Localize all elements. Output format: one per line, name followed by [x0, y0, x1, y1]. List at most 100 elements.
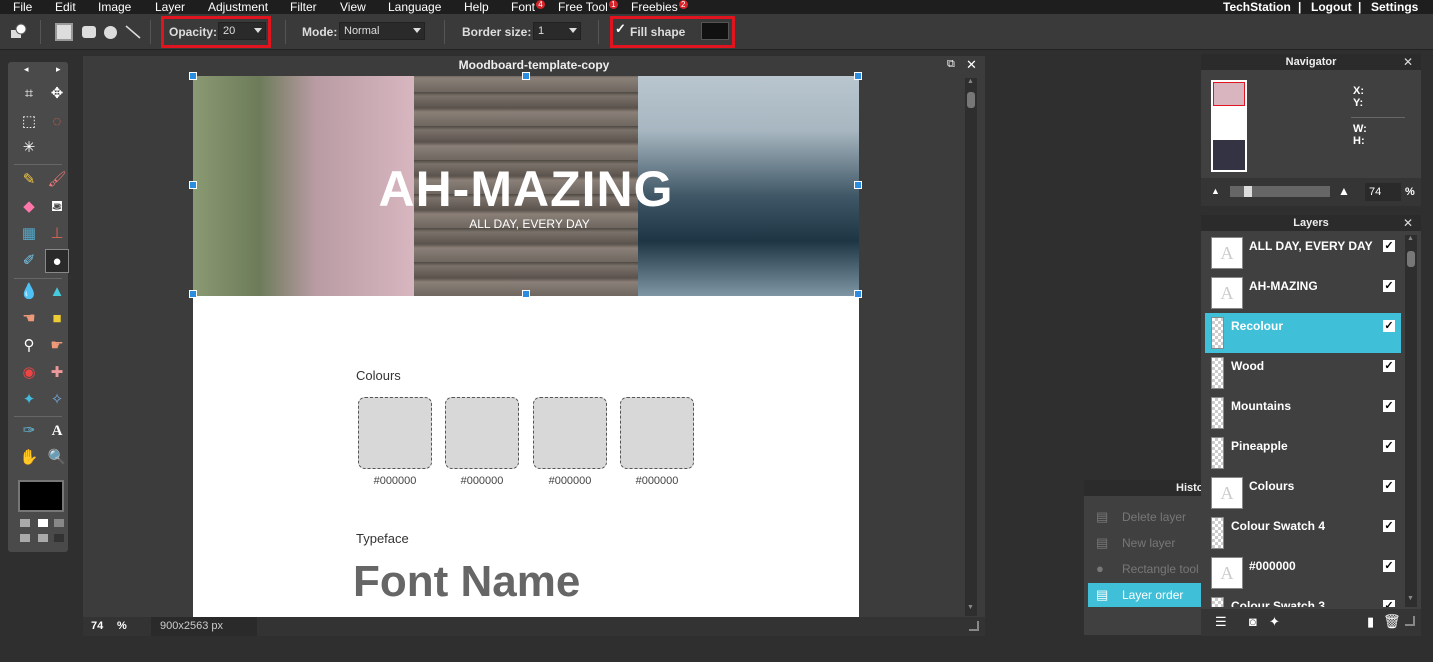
selection-handle[interactable]	[522, 72, 530, 80]
menu-edit[interactable]: Edit	[55, 0, 76, 14]
selection-handle[interactable]	[854, 72, 862, 80]
layer-item[interactable]: Recolour ✓	[1205, 313, 1401, 353]
canvas-document[interactable]: AH-MAZING ALL DAY, EVERY DAY Colours #00…	[193, 76, 859, 617]
layer-item[interactable]: Colour Swatch 3 ✓	[1205, 593, 1401, 607]
layer-settings-icon[interactable]: ☰	[1215, 614, 1227, 630]
red-eye-tool-icon[interactable]: ◉	[17, 361, 41, 385]
layer-visibility-checkbox[interactable]: ✓	[1383, 320, 1395, 332]
opacity-input[interactable]: 20	[218, 22, 266, 40]
hand-tool-icon[interactable]: ✋	[17, 446, 41, 470]
settings-link[interactable]: Settings	[1371, 0, 1418, 14]
chevron-down-icon[interactable]	[569, 28, 577, 33]
restore-window-icon[interactable]: ⧉	[947, 58, 955, 71]
layer-visibility-checkbox[interactable]: ✓	[1383, 280, 1395, 292]
view-mode-icon[interactable]	[54, 534, 64, 542]
swap-colors-icon[interactable]	[20, 519, 30, 527]
zoom-value[interactable]: 74	[91, 617, 103, 636]
primary-color-swatch[interactable]	[18, 480, 64, 512]
user-link[interactable]: TechStation	[1223, 0, 1291, 14]
smudge-tool-icon[interactable]: ☚	[17, 307, 41, 331]
selection-handle[interactable]	[189, 181, 197, 189]
chevron-down-icon[interactable]	[254, 28, 262, 33]
panel-collapse-right-icon[interactable]: ▸	[56, 64, 61, 75]
menu-image[interactable]: Image	[98, 0, 131, 14]
default-colors-icon[interactable]	[38, 519, 48, 527]
close-icon[interactable]: ✕	[1403, 54, 1413, 70]
crop-tool-icon[interactable]: ⌗	[17, 82, 41, 106]
history-item[interactable]: ▤ Layer order	[1088, 583, 1202, 607]
selection-handle[interactable]	[854, 290, 862, 298]
resize-grip-icon[interactable]	[969, 621, 979, 631]
layer-visibility-checkbox[interactable]: ✓	[1383, 560, 1395, 572]
menu-view[interactable]: View	[340, 0, 366, 14]
layer-styles-icon[interactable]: ✦	[1269, 614, 1280, 630]
view-mode-icon[interactable]	[20, 534, 30, 542]
view-mode-icon[interactable]	[38, 534, 48, 542]
sponge-tool-icon[interactable]: ■	[45, 307, 69, 331]
close-icon[interactable]: ✕	[966, 57, 977, 73]
layer-visibility-checkbox[interactable]: ✓	[1383, 480, 1395, 492]
selection-handle[interactable]	[189, 290, 197, 298]
sharpen-tool-icon[interactable]: ▲	[45, 280, 69, 304]
layer-item[interactable]: Pineapple ✓	[1205, 433, 1401, 473]
zoom-in-icon[interactable]: ▲	[1338, 184, 1350, 198]
panel-collapse-left-icon[interactable]: ◂	[24, 64, 29, 75]
new-layer-icon[interactable]: ▮	[1367, 614, 1374, 630]
selection-handle[interactable]	[522, 290, 530, 298]
delete-layer-icon[interactable]: 🗑	[1383, 613, 1401, 630]
line-icon[interactable]	[124, 24, 142, 43]
marquee-tool-icon[interactable]: ⬚	[17, 110, 41, 134]
menu-free-tool[interactable]: Free Tool 1	[558, 0, 618, 14]
layer-item[interactable]: Wood ✓	[1205, 353, 1401, 393]
chevron-down-icon[interactable]	[413, 28, 421, 33]
pencil-tool-icon[interactable]: ✎	[17, 168, 41, 192]
menu-freebies[interactable]: Freebies 2	[631, 0, 688, 14]
zoom-out-icon[interactable]: ▲	[1211, 186, 1220, 196]
layer-visibility-checkbox[interactable]: ✓	[1383, 240, 1395, 252]
logout-link[interactable]: Logout	[1311, 0, 1352, 14]
layer-visibility-checkbox[interactable]: ✓	[1383, 440, 1395, 452]
text-tool-icon[interactable]: A	[45, 419, 69, 443]
color-mode-icon[interactable]	[54, 519, 64, 527]
layer-visibility-checkbox[interactable]: ✓	[1383, 400, 1395, 412]
resize-grip-icon[interactable]	[1405, 616, 1415, 626]
menu-file[interactable]: File	[13, 0, 32, 14]
menu-layer[interactable]: Layer	[155, 0, 185, 14]
spot-heal-tool-icon[interactable]: ✚	[45, 361, 69, 385]
magic-wand-icon[interactable]: ✳	[17, 136, 41, 160]
menu-font[interactable]: Font 4	[511, 0, 546, 14]
scrollbar-thumb[interactable]	[967, 92, 975, 108]
zoom-tool-icon[interactable]: 🔍	[45, 446, 69, 470]
vertical-scrollbar[interactable]: ▲ ▼	[965, 78, 977, 616]
menu-help[interactable]: Help	[464, 0, 489, 14]
bucket-tool-icon[interactable]: ⛾	[45, 195, 69, 219]
navigator-thumbnail[interactable]	[1211, 80, 1247, 172]
mode-select[interactable]: Normal	[339, 22, 425, 40]
selection-handle[interactable]	[854, 181, 862, 189]
shape-tool-icon[interactable]: ●	[45, 249, 69, 273]
fill-shape-checkbox[interactable]: ✓	[615, 22, 627, 35]
layer-item[interactable]: Mountains ✓	[1205, 393, 1401, 433]
history-item[interactable]: ● Rectangle tool	[1088, 557, 1208, 581]
ellipse-icon[interactable]	[104, 26, 117, 39]
rectangle-select-icon[interactable]	[55, 23, 73, 41]
color-picker-icon[interactable]: ✑	[17, 419, 41, 443]
eraser-tool-icon[interactable]: ◆	[17, 195, 41, 219]
menu-language[interactable]: Language	[388, 0, 441, 14]
gradient-tool-icon[interactable]: ▦	[17, 222, 41, 246]
blur-tool-icon[interactable]: 💧	[17, 280, 41, 304]
layer-item[interactable]: A #000000 ✓	[1205, 553, 1401, 593]
lasso-tool-icon[interactable]: ◌	[45, 110, 69, 134]
scroll-up-icon[interactable]: ▲	[1407, 235, 1414, 242]
brush-tool-icon[interactable]: 🖌	[45, 168, 69, 192]
bloat-tool-icon[interactable]: ✦	[17, 388, 41, 412]
close-icon[interactable]: ✕	[1403, 215, 1413, 231]
zoom-slider[interactable]	[1230, 186, 1330, 197]
layer-mask-icon[interactable]: ◙	[1249, 614, 1257, 629]
layers-scrollbar[interactable]: ▲ ▼	[1405, 235, 1417, 607]
layer-item[interactable]: A Colours ✓	[1205, 473, 1401, 513]
layer-item[interactable]: Colour Swatch 4 ✓	[1205, 513, 1401, 553]
dodge-tool-icon[interactable]: ⚲	[17, 334, 41, 358]
layer-item[interactable]: A AH-MAZING ✓	[1205, 273, 1401, 313]
color-replace-icon[interactable]: ✐	[17, 249, 41, 273]
